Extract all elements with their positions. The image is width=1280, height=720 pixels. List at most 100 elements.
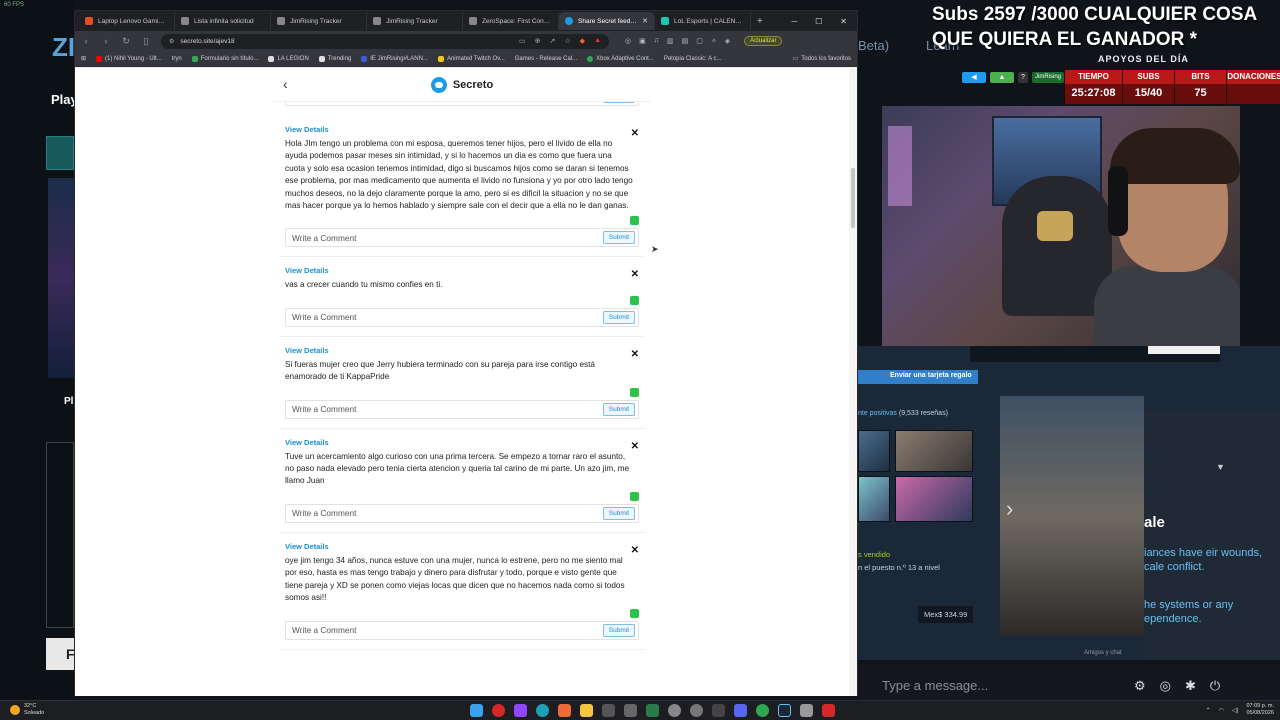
page-scrollbar[interactable]: [849, 68, 857, 696]
discord-extension-icon[interactable]: ◎: [625, 37, 631, 45]
tab-laptop[interactable]: Laptop Lenovo Gaming Leg: [79, 12, 175, 30]
whatsapp-icon[interactable]: [630, 608, 639, 618]
close-window-icon[interactable]: ✕: [840, 17, 847, 26]
close-icon[interactable]: ✕: [631, 441, 639, 452]
discord-icon[interactable]: ◎: [1160, 678, 1171, 694]
windows-start-icon[interactable]: [470, 704, 483, 717]
maximize-icon[interactable]: ☐: [815, 17, 822, 26]
app-icon[interactable]: [712, 704, 725, 717]
brave-rewards-icon[interactable]: ▲: [594, 37, 601, 45]
chevron-up-icon[interactable]: ⌃: [1206, 707, 1211, 714]
bookmark-item[interactable]: Trending: [318, 55, 351, 62]
close-icon[interactable]: ✕: [631, 269, 639, 280]
folder-icon[interactable]: [580, 704, 593, 717]
all-bookmarks[interactable]: ▭ Todos los favoritos: [793, 55, 851, 63]
chat-input[interactable]: Type a message...: [882, 678, 988, 693]
comment-field[interactable]: Write a Comment Submit: [285, 399, 639, 419]
screenshot-thumbnail[interactable]: [858, 430, 890, 472]
app-icon[interactable]: [492, 704, 505, 717]
submit-button[interactable]: Submit: [602, 402, 635, 416]
close-icon[interactable]: ✕: [631, 128, 639, 139]
bookmark-item[interactable]: IE JimRising#LANN...: [361, 55, 428, 62]
tab-lista[interactable]: Lista infinita solicitud: [175, 12, 271, 30]
bookmark-item[interactable]: Xbox Adaptive Cont...: [587, 55, 654, 62]
app-icon[interactable]: [646, 704, 659, 717]
close-icon[interactable]: ✕: [631, 545, 639, 556]
carousel-next-icon[interactable]: ›: [1006, 496, 1013, 522]
wallet-icon[interactable]: ▢: [696, 37, 703, 45]
app-icon[interactable]: [624, 704, 637, 717]
tab-share-secret[interactable]: Share Secret feedback ✕: [559, 12, 655, 30]
tab-zerospace[interactable]: ZeroSpace: First Contact in: [463, 12, 559, 30]
music-icon[interactable]: ♫: [654, 37, 659, 45]
submit-button[interactable]: Submit: [602, 623, 635, 637]
weather-widget[interactable]: 32°C Soleado: [10, 703, 44, 716]
volume-icon[interactable]: ◁): [1232, 707, 1239, 714]
app-icon[interactable]: [514, 704, 527, 717]
extension-icon[interactable]: ▣: [639, 37, 646, 45]
friends-chat-link[interactable]: Amigos y chat: [1084, 650, 1122, 656]
tab-tracker-1[interactable]: JimRising Tracker: [271, 12, 367, 30]
ai-icon[interactable]: ✧: [711, 37, 717, 45]
brave-shield-icon[interactable]: ◆: [580, 37, 585, 45]
close-tab-icon[interactable]: ✕: [642, 17, 648, 25]
screenshot-thumbnail[interactable]: [895, 430, 973, 472]
view-details-link[interactable]: View Details: [285, 116, 639, 134]
tab-lol-esports[interactable]: LoL Esports | CALENDARIO: [655, 12, 751, 30]
wifi-icon[interactable]: ◠: [1219, 707, 1224, 714]
bookmark-item[interactable]: tryn: [172, 56, 182, 62]
sidebar-icon[interactable]: ▥: [667, 37, 674, 45]
address-bar[interactable]: ⚙ secreto.site/ajev18 ▭ ⊕ ↗ ☆ ◆ ▲: [161, 33, 609, 49]
new-tab-icon[interactable]: +: [757, 16, 763, 27]
bookmark-icon[interactable]: ▯: [141, 36, 151, 47]
view-details-link[interactable]: View Details: [285, 337, 639, 355]
discord-icon[interactable]: [734, 704, 747, 717]
zoom-icon[interactable]: ⊕: [535, 37, 541, 45]
forward-icon[interactable]: ›: [101, 36, 111, 46]
submit-button[interactable]: Submit: [602, 231, 635, 245]
minimize-icon[interactable]: ─: [791, 17, 797, 26]
bookmark-item[interactable]: LA LEGION: [268, 55, 309, 62]
close-icon[interactable]: ✕: [631, 349, 639, 360]
comment-field[interactable]: Write a Comment Submit: [285, 503, 639, 523]
edge-icon[interactable]: [536, 704, 549, 717]
view-details-link[interactable]: View Details: [285, 533, 639, 551]
whatsapp-icon[interactable]: [630, 295, 639, 305]
settings-gear-icon[interactable]: ⚙: [1134, 678, 1146, 694]
share-icon[interactable]: ↗: [550, 37, 556, 45]
background-button[interactable]: F: [46, 638, 75, 670]
whatsapp-icon[interactable]: [630, 491, 639, 501]
screenshot-thumbnail[interactable]: [895, 476, 973, 522]
scrollbar-thumb[interactable]: [851, 168, 855, 228]
star-icon[interactable]: ☆: [564, 37, 570, 45]
back-icon[interactable]: ‹: [81, 36, 91, 46]
submit-button[interactable]: Submit: [602, 310, 635, 324]
chevron-down-icon[interactable]: ▼: [1216, 462, 1225, 472]
comment-field[interactable]: Write a Comment Submit: [285, 307, 639, 327]
app-icon[interactable]: [822, 704, 835, 717]
app-icon[interactable]: [602, 704, 615, 717]
apps-icon[interactable]: ⊞: [81, 55, 86, 62]
bookmark-item[interactable]: (1) Nihil Young - Ult...: [96, 55, 162, 62]
power-icon[interactable]: ⏻: [1210, 678, 1220, 694]
site-info-icon[interactable]: ⚙: [169, 38, 174, 45]
bookmark-item[interactable]: Animated Twitch Ov...: [437, 55, 505, 62]
brave-icon[interactable]: [558, 704, 571, 717]
background-teal-button[interactable]: [46, 136, 74, 170]
view-details-link[interactable]: View Details: [285, 257, 639, 275]
update-button[interactable]: Actualizar: [744, 36, 783, 46]
submit-button[interactable]: Submit: [602, 506, 635, 520]
tabs-icon[interactable]: ▤: [682, 37, 689, 45]
tab-tracker-2[interactable]: JimRising Tracker: [367, 12, 463, 30]
view-details-link[interactable]: View Details: [285, 429, 639, 447]
back-arrow-icon[interactable]: ‹: [283, 76, 288, 92]
comment-field[interactable]: Write a Comment Submit: [285, 620, 639, 640]
screenshot-thumbnail[interactable]: [858, 476, 890, 522]
bug-icon[interactable]: ✱: [1185, 678, 1196, 694]
vpn-icon[interactable]: ◈: [725, 37, 730, 45]
app-icon[interactable]: [690, 704, 703, 717]
reload-icon[interactable]: ↻: [121, 36, 131, 47]
clock[interactable]: 07:09 p. m. 05/08/2026: [1246, 703, 1274, 717]
xbox-icon[interactable]: [756, 704, 769, 717]
steam-icon[interactable]: [778, 704, 791, 717]
